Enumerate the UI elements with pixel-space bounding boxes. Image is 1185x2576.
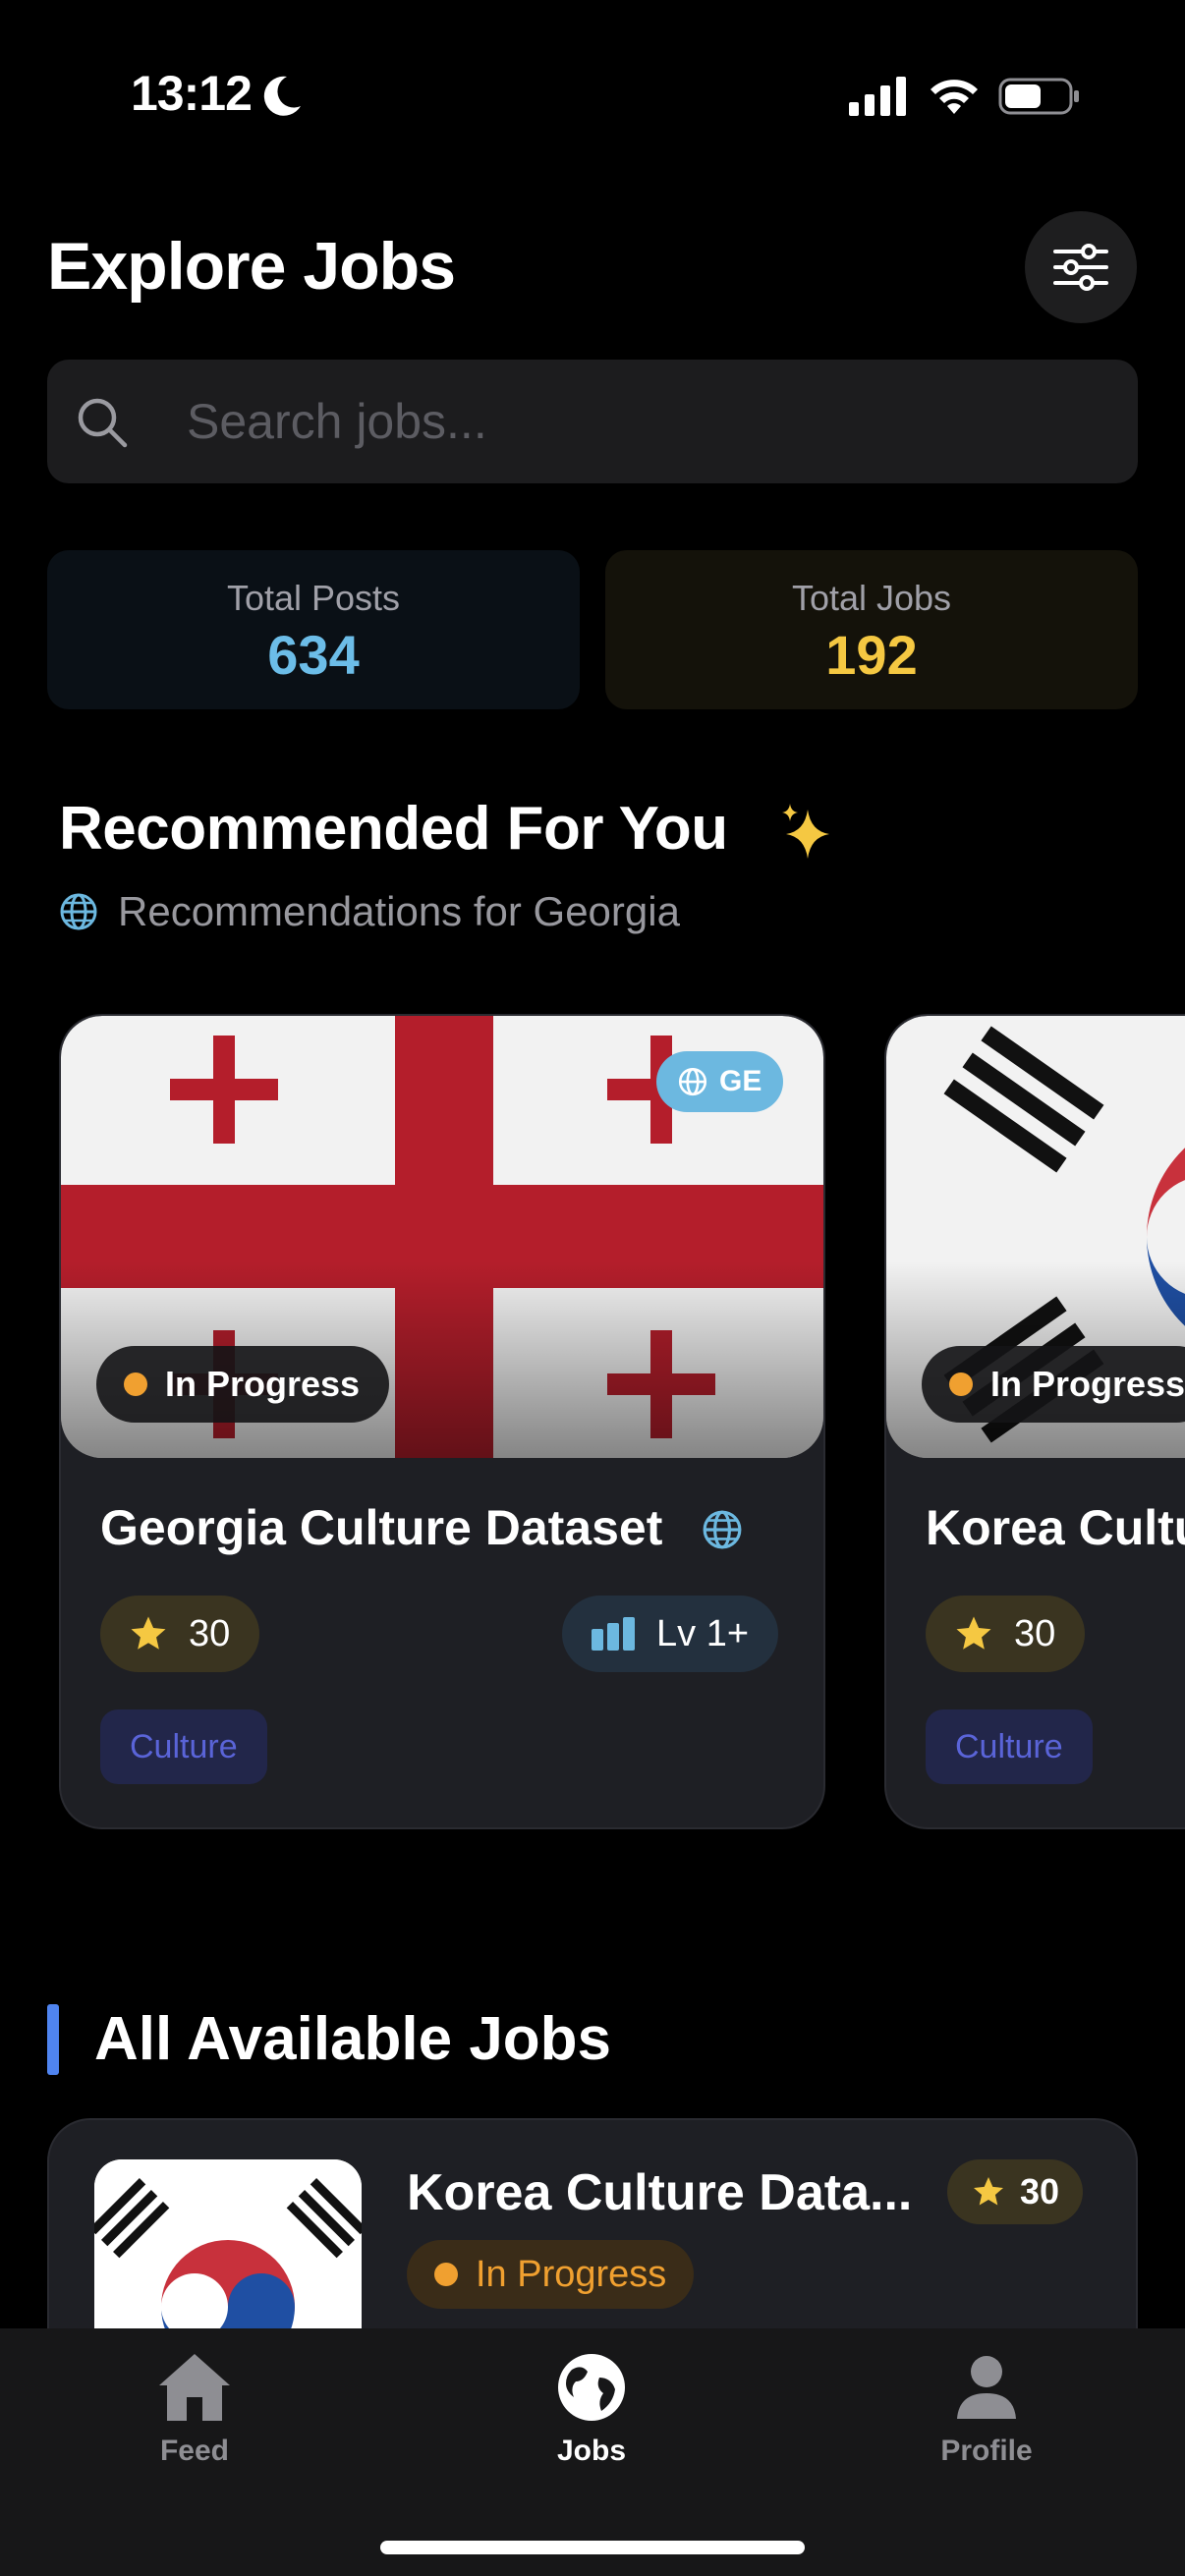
total-jobs-card: Total Jobs 192: [605, 550, 1138, 709]
status-pill: In Progress: [96, 1346, 390, 1423]
status-pill: In Progress: [407, 2240, 695, 2309]
status-dot: [124, 1372, 147, 1396]
battery-icon: [998, 78, 1079, 115]
points-pill: 30: [947, 2159, 1084, 2224]
status-label: In Progress: [165, 1364, 361, 1404]
sparkles-icon: [782, 804, 829, 859]
points-value: 30: [1020, 2171, 1060, 2212]
status-time: 13:12: [131, 66, 253, 121]
points-value: 30: [189, 1612, 231, 1654]
status-dot: [434, 2263, 458, 2286]
globe-icon: [703, 1510, 742, 1549]
tab-bar: Feed Jobs Profile: [0, 2328, 1185, 2576]
section-accent-bar: [47, 2004, 59, 2075]
tab-label: Jobs: [556, 2435, 627, 2467]
total-posts-value: 634: [267, 624, 360, 686]
card-title: Korea Cultu: [926, 1500, 1185, 1555]
person-icon: [957, 2356, 1016, 2419]
star-icon: [956, 1616, 991, 1650]
home-icon: [159, 2354, 230, 2421]
level-bars-icon: [592, 1617, 635, 1651]
recommended-subtitle: Recommendations for Georgia: [118, 888, 680, 934]
tab-label: Feed: [159, 2435, 230, 2467]
search-box: [47, 360, 1138, 483]
level-pill: Lv 1+: [562, 1596, 779, 1672]
category-tag: Culture: [926, 1709, 1093, 1784]
page-title: Explore Jobs: [47, 229, 456, 304]
star-icon: [131, 1616, 166, 1650]
points-value: 30: [1014, 1612, 1056, 1654]
job-title: Korea Culture Data...: [407, 2164, 913, 2221]
status-pill: In Progress: [922, 1346, 1185, 1423]
moon-icon: [263, 76, 301, 116]
globe-icon: [678, 1067, 707, 1096]
globe-icon: [558, 2354, 625, 2421]
level-value: Lv 1+: [656, 1612, 750, 1654]
points-pill: 30: [926, 1596, 1086, 1672]
status-dot: [949, 1372, 973, 1396]
total-posts-card: Total Posts 634: [47, 550, 580, 709]
status-label: In Progress: [476, 2253, 667, 2295]
filter-button[interactable]: [1025, 211, 1137, 323]
total-jobs-label: Total Jobs: [791, 578, 952, 618]
tab-label: Profile: [940, 2435, 1033, 2467]
wifi-icon: [931, 80, 978, 114]
star-icon: [974, 2177, 1003, 2206]
total-jobs-value: 192: [825, 624, 918, 686]
screen: 13:12 Explore Jobs Search jobs... Total …: [0, 0, 1185, 2576]
sliders-icon: [1053, 244, 1108, 291]
search-input[interactable]: [185, 383, 1069, 460]
search-icon: [78, 398, 128, 448]
globe-icon: [60, 893, 97, 930]
total-posts-label: Total Posts: [226, 578, 401, 618]
card-title: Georgia Culture Dataset: [100, 1500, 663, 1555]
tab-profile[interactable]: Profile: [888, 2348, 1085, 2468]
signal-icon: [849, 77, 906, 116]
recommended-title: Recommended For You: [59, 795, 728, 863]
all-jobs-title: All Available Jobs: [94, 2005, 612, 2073]
category-tag: Culture: [100, 1709, 267, 1784]
points-pill: 30: [100, 1596, 260, 1672]
country-badge: GE: [656, 1051, 784, 1112]
recommended-card[interactable]: GE In Progress Georgia Culture Dataset 3…: [59, 1014, 825, 1829]
recommended-card[interactable]: In Progress Korea Cultu 30 Culture: [884, 1014, 1185, 1829]
country-code: GE: [719, 1065, 762, 1097]
tab-feed[interactable]: Feed: [96, 2348, 293, 2468]
tab-jobs[interactable]: Jobs: [493, 2348, 690, 2468]
status-label: In Progress: [990, 1364, 1185, 1404]
home-indicator[interactable]: [380, 2541, 805, 2554]
